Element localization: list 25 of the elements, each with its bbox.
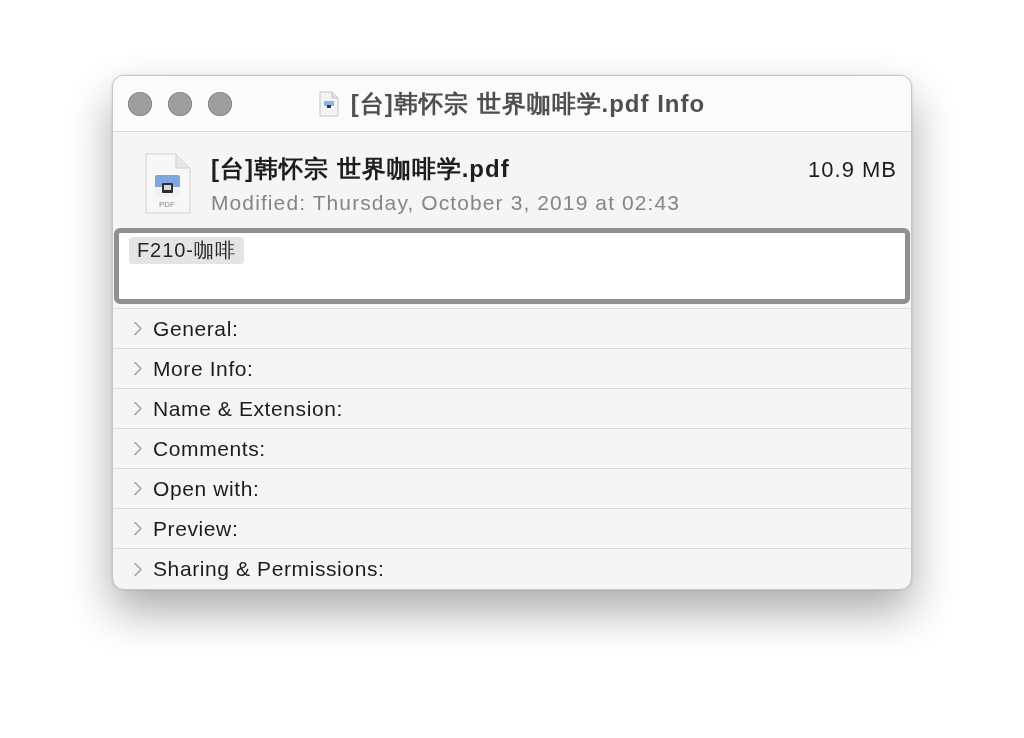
close-button[interactable] — [128, 91, 152, 116]
disclosure-chevron-icon[interactable] — [133, 321, 143, 336]
disclosure-chevron-icon[interactable] — [133, 481, 143, 496]
window-title: [台]韩怀宗 世界咖啡学.pdf Info — [350, 88, 706, 119]
section-label[interactable]: Name & Extension: — [153, 396, 343, 421]
disclosure-chevron-icon[interactable] — [133, 361, 143, 376]
file-size: 10.9 MB — [808, 157, 897, 183]
disclosure-chevron-icon[interactable] — [133, 561, 143, 577]
disclosure-chevron-icon[interactable] — [133, 441, 143, 456]
section-label[interactable]: Preview: — [153, 516, 239, 541]
file-name: [台]韩怀宗 世界咖啡学.pdf — [211, 154, 510, 184]
tags-field[interactable]: F210-咖啡 — [114, 228, 910, 304]
disclosure-chevron-icon[interactable] — [133, 401, 143, 416]
disclosure-chevron-icon[interactable] — [133, 521, 143, 536]
modified-date: Modified: Thursday, October 3, 2019 at 02:43 — [211, 191, 682, 215]
tag-chip[interactable]: F210-咖啡 — [129, 237, 244, 264]
document-icon — [318, 90, 339, 117]
section-label[interactable]: Comments: — [153, 436, 266, 461]
section-label[interactable]: General: — [153, 316, 239, 341]
minimize-button[interactable] — [168, 91, 192, 116]
section-label[interactable]: Open with: — [153, 476, 260, 501]
section-label[interactable]: More Info: — [153, 356, 254, 381]
section-label[interactable]: Sharing & Permissions: — [153, 557, 385, 581]
zoom-button[interactable] — [208, 91, 232, 116]
file-type-label: PDF — [158, 200, 176, 209]
